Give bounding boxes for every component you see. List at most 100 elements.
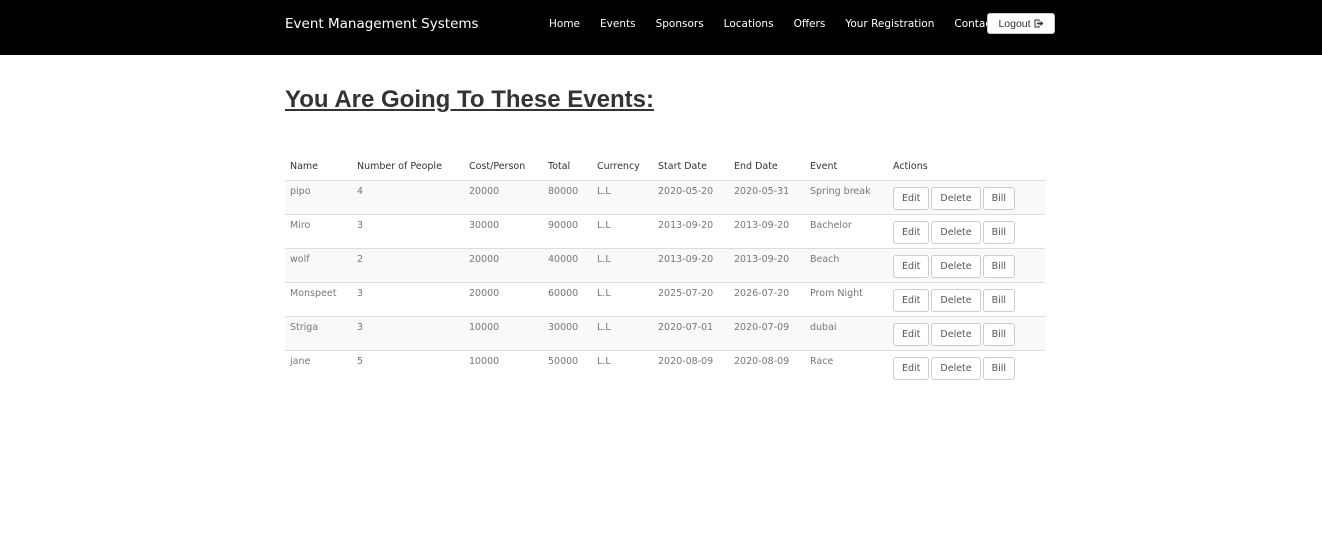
cell-currency: L.L (592, 315, 653, 350)
column-header-actions: Actions (888, 154, 1045, 181)
cell-cost-per-person: 30000 (464, 213, 543, 248)
column-header-total: Total (543, 154, 592, 181)
cell-number-of-people: 3 (352, 315, 464, 350)
delete-button[interactable]: Delete (931, 356, 981, 380)
page-title: You Are Going To These Events: (285, 86, 654, 113)
bill-button[interactable]: Bill (982, 288, 1016, 312)
nav-link-locations[interactable]: Locations (714, 18, 784, 30)
delete-button[interactable]: Delete (931, 288, 981, 312)
cell-number-of-people: 3 (352, 213, 464, 248)
table-row: Striga 3 10000 30000 L.L 2020-07-01 2020… (285, 315, 1045, 350)
table-row: jane 5 10000 50000 L.L 2020-08-09 2020-0… (285, 349, 1045, 384)
cell-currency: L.L (592, 349, 653, 384)
cell-actions: Edit Delete Bill (888, 281, 1045, 316)
edit-button[interactable]: Edit (893, 186, 930, 210)
cell-start-date: 2020-08-09 (653, 349, 729, 384)
cell-event: Beach (805, 247, 888, 282)
cell-cost-per-person: 20000 (464, 247, 543, 282)
cell-total: 30000 (543, 315, 592, 350)
cell-end-date: 2013-09-20 (729, 247, 805, 282)
edit-button[interactable]: Edit (893, 322, 930, 346)
delete-button[interactable]: Delete (931, 322, 981, 346)
cell-cost-per-person: 10000 (464, 349, 543, 384)
top-navbar: Event Management Systems Home Events Spo… (0, 0, 1322, 55)
column-header-event: Event (805, 154, 888, 181)
cell-number-of-people: 5 (352, 349, 464, 384)
table-header-row: Name Number of People Cost/Person Total … (285, 154, 1045, 181)
nav-link-your-registration[interactable]: Your Registration (835, 18, 944, 30)
cell-start-date: 2025-07-20 (653, 281, 729, 316)
table-row: Miro 3 30000 90000 L.L 2013-09-20 2013-0… (285, 213, 1045, 248)
column-header-currency: Currency (592, 154, 653, 181)
cell-currency: L.L (592, 179, 653, 214)
cell-start-date: 2013-09-20 (653, 213, 729, 248)
cell-event: dubai (805, 315, 888, 350)
cell-end-date: 2026-07-20 (729, 281, 805, 316)
cell-cost-per-person: 20000 (464, 281, 543, 316)
cell-name: Miro (285, 213, 352, 248)
cell-number-of-people: 2 (352, 247, 464, 282)
cell-event: Spring break (805, 179, 888, 214)
nav-link-home[interactable]: Home (539, 18, 590, 30)
nav-link-offers[interactable]: Offers (784, 18, 836, 30)
cell-start-date: 2020-05-20 (653, 179, 729, 214)
cell-end-date: 2020-05-31 (729, 179, 805, 214)
edit-button[interactable]: Edit (893, 356, 930, 380)
cell-actions: Edit Delete Bill (888, 213, 1045, 248)
cell-event: Bachelor (805, 213, 888, 248)
sign-out-icon (1034, 19, 1044, 28)
bill-button[interactable]: Bill (982, 186, 1016, 210)
logout-label: Logout (998, 17, 1031, 30)
cell-number-of-people: 4 (352, 179, 464, 214)
registrations-table: Name Number of People Cost/Person Total … (285, 154, 1045, 384)
cell-actions: Edit Delete Bill (888, 179, 1045, 214)
nav-links: Home Events Sponsors Locations Offers Yo… (539, 0, 1022, 47)
edit-button[interactable]: Edit (893, 254, 930, 278)
cell-name: Monspeet (285, 281, 352, 316)
nav-link-sponsors[interactable]: Sponsors (646, 18, 714, 30)
cell-name: jane (285, 349, 352, 384)
cell-currency: L.L (592, 281, 653, 316)
cell-total: 90000 (543, 213, 592, 248)
cell-name: Striga (285, 315, 352, 350)
delete-button[interactable]: Delete (931, 254, 981, 278)
table-row: wolf 2 20000 40000 L.L 2013-09-20 2013-0… (285, 247, 1045, 282)
cell-number-of-people: 3 (352, 281, 464, 316)
cell-actions: Edit Delete Bill (888, 315, 1045, 350)
cell-event: Prom Night (805, 281, 888, 316)
cell-name: wolf (285, 247, 352, 282)
bill-button[interactable]: Bill (982, 220, 1016, 244)
cell-cost-per-person: 10000 (464, 315, 543, 350)
cell-name: pipo (285, 179, 352, 214)
cell-total: 50000 (543, 349, 592, 384)
table-row: Monspeet 3 20000 60000 L.L 2025-07-20 20… (285, 281, 1045, 316)
cell-cost-per-person: 20000 (464, 179, 543, 214)
column-header-start-date: Start Date (653, 154, 729, 181)
column-header-end-date: End Date (729, 154, 805, 181)
edit-button[interactable]: Edit (893, 220, 930, 244)
nav-link-events[interactable]: Events (590, 18, 646, 30)
cell-end-date: 2020-07-09 (729, 315, 805, 350)
brand-link[interactable]: Event Management Systems (285, 15, 479, 33)
cell-end-date: 2013-09-20 (729, 213, 805, 248)
cell-event: Race (805, 349, 888, 384)
table-row: pipo 4 20000 80000 L.L 2020-05-20 2020-0… (285, 179, 1045, 214)
cell-actions: Edit Delete Bill (888, 349, 1045, 384)
column-header-cost-per-person: Cost/Person (464, 154, 543, 181)
cell-end-date: 2020-08-09 (729, 349, 805, 384)
cell-start-date: 2013-09-20 (653, 247, 729, 282)
bill-button[interactable]: Bill (982, 356, 1016, 380)
bill-button[interactable]: Bill (982, 254, 1016, 278)
column-header-number-of-people: Number of People (352, 154, 464, 181)
delete-button[interactable]: Delete (931, 186, 981, 210)
cell-total: 60000 (543, 281, 592, 316)
edit-button[interactable]: Edit (893, 288, 930, 312)
bill-button[interactable]: Bill (982, 322, 1016, 346)
column-header-name: Name (285, 154, 352, 181)
cell-start-date: 2020-07-01 (653, 315, 729, 350)
cell-actions: Edit Delete Bill (888, 247, 1045, 282)
logout-button[interactable]: Logout (987, 13, 1055, 34)
cell-total: 80000 (543, 179, 592, 214)
delete-button[interactable]: Delete (931, 220, 981, 244)
cell-currency: L.L (592, 213, 653, 248)
